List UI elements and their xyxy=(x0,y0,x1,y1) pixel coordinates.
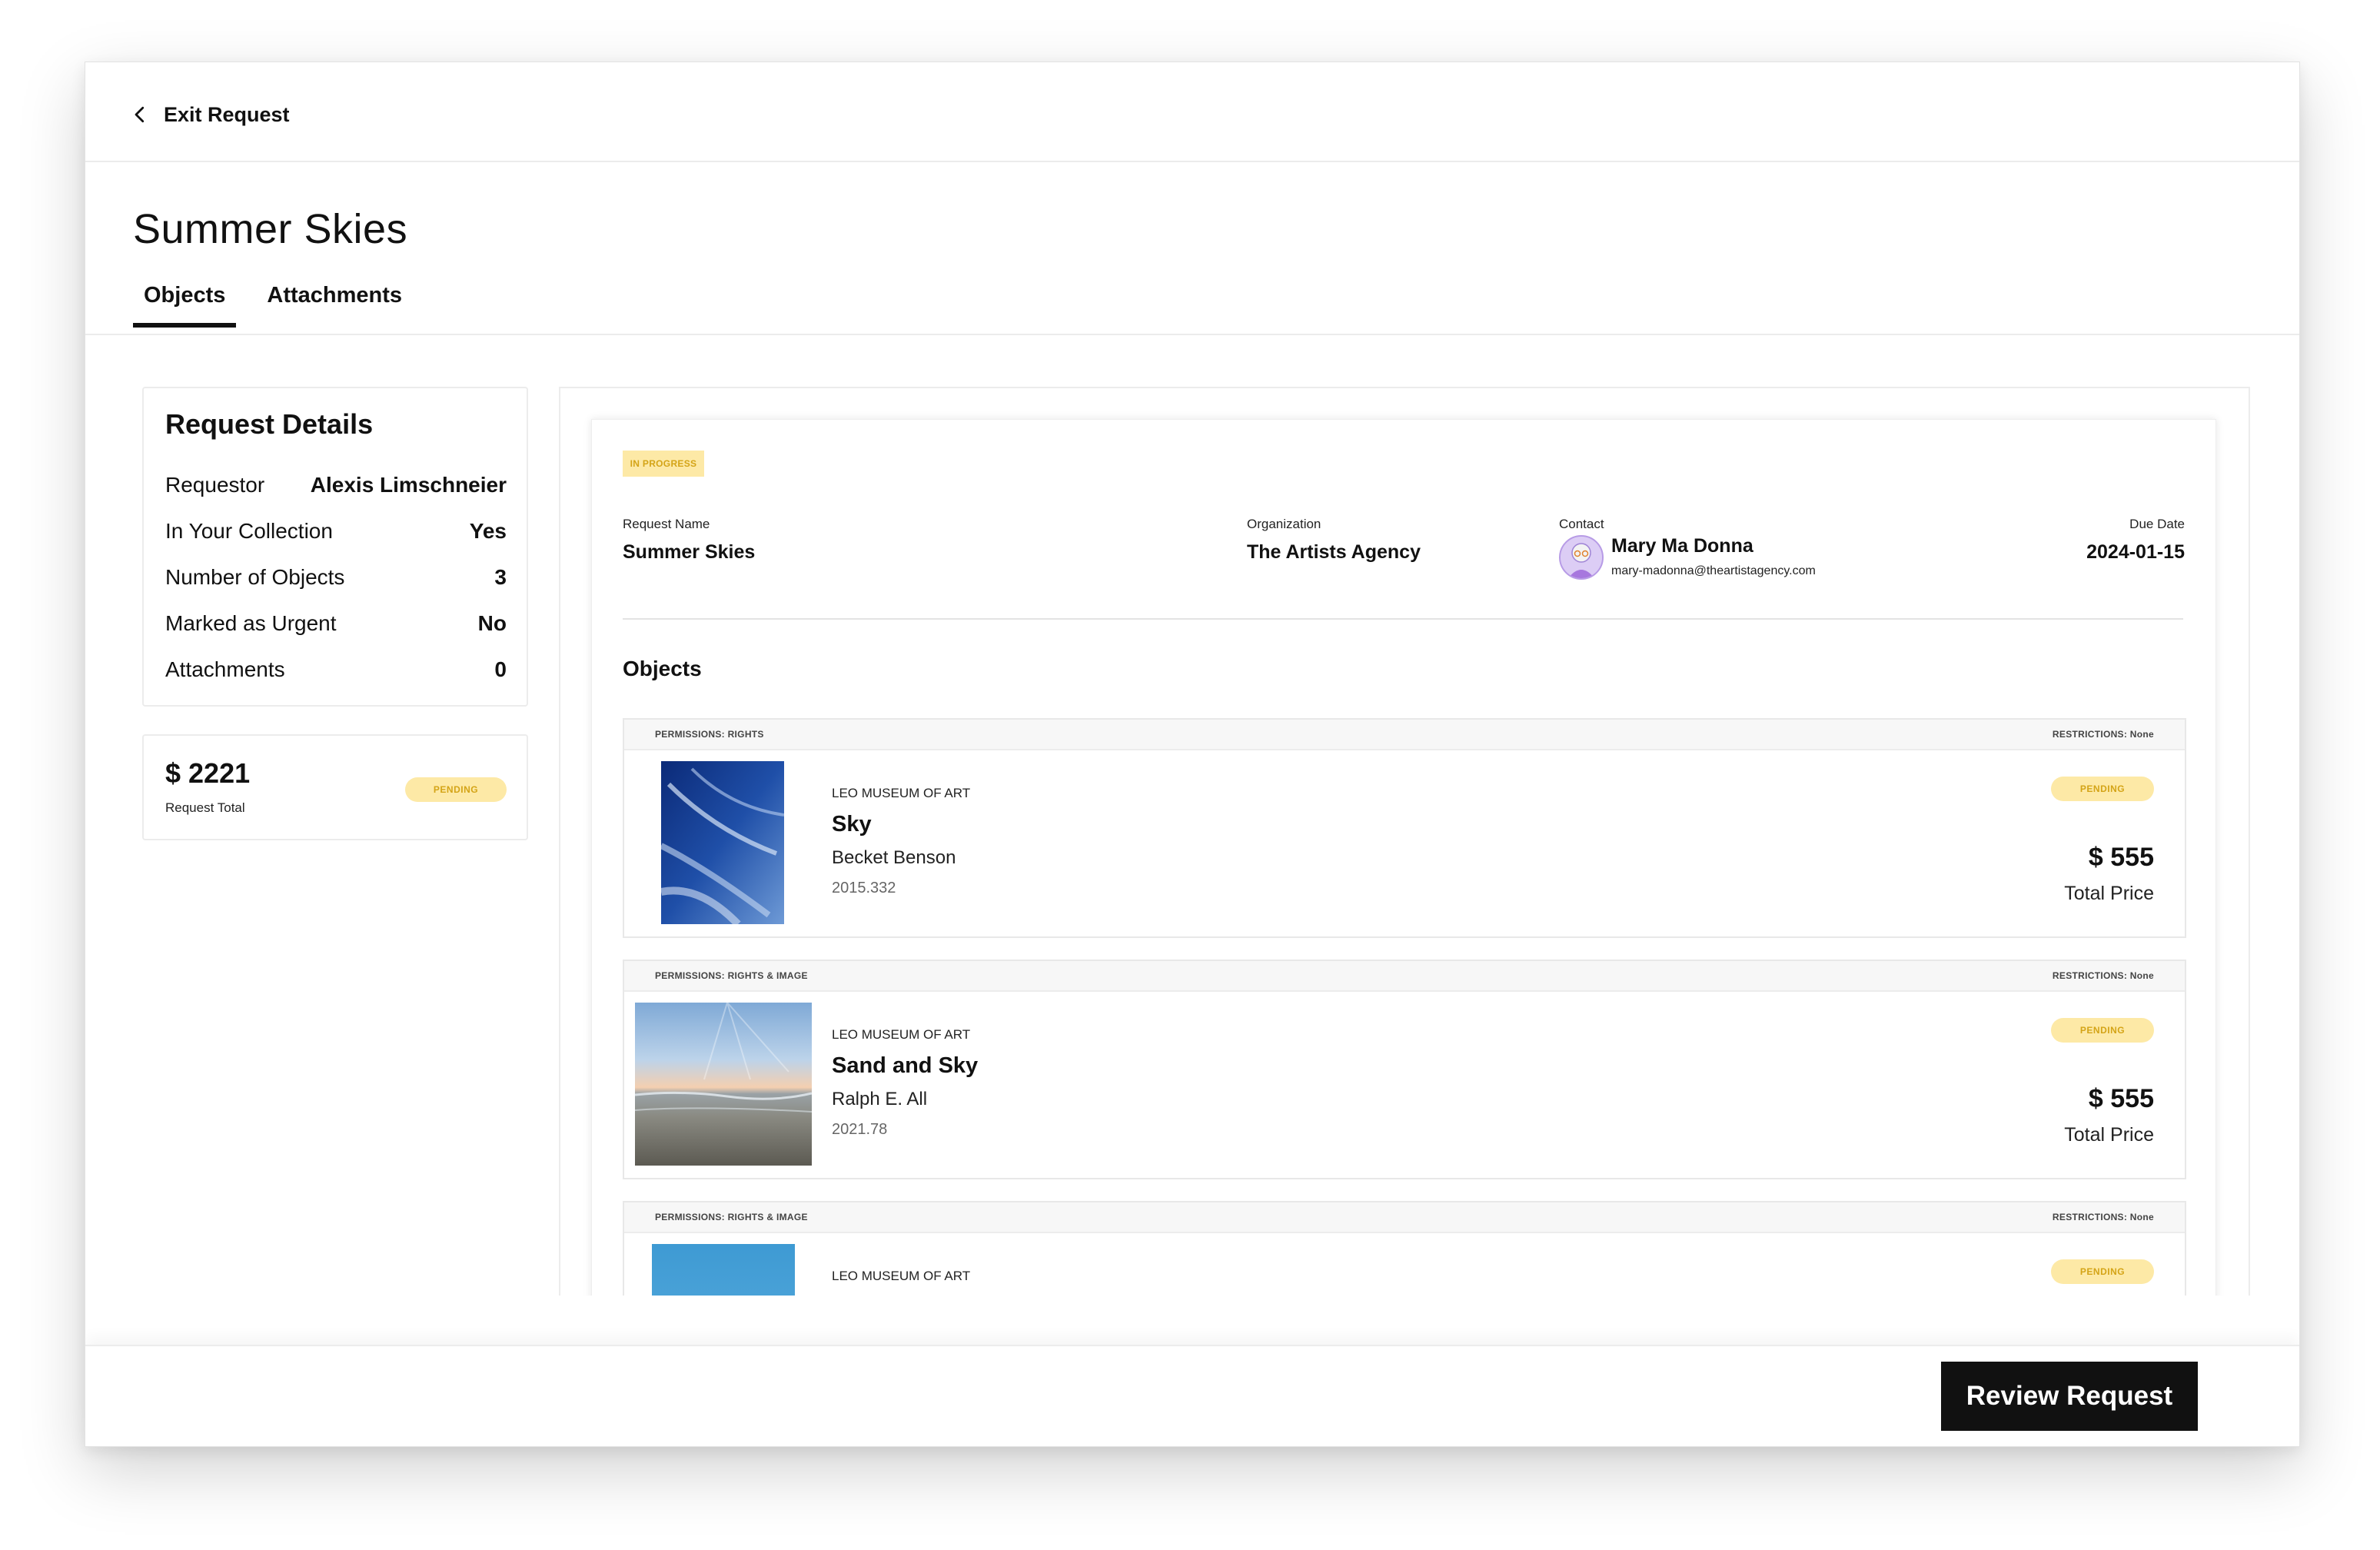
organization-value: The Artists Agency xyxy=(1247,541,1421,563)
contact-name: Mary Ma Donna xyxy=(1611,535,1753,557)
due-date-field: Due Date 2024-01-15 xyxy=(2086,517,2185,564)
sky-image xyxy=(660,761,785,927)
detail-label: Marked as Urgent xyxy=(165,611,337,635)
status-badge: PENDING xyxy=(2051,1259,2154,1284)
object-price: $ 555 xyxy=(2088,843,2154,872)
permissions-label: PERMISSIONS: RIGHTS & IMAGE xyxy=(655,1212,808,1222)
permissions-label: PERMISSIONS: RIGHTS xyxy=(655,729,764,740)
due-date-value: 2024-01-15 xyxy=(2086,541,2185,563)
object-price-label: Total Price xyxy=(2064,883,2154,904)
chevron-left-icon xyxy=(135,106,145,123)
exit-request-label: Exit Request xyxy=(164,102,290,126)
object-card-header: PERMISSIONS: RIGHTS RESTRICTIONS: None xyxy=(624,720,2185,750)
detail-value: Yes xyxy=(469,519,507,543)
organization-label: Organization xyxy=(1247,517,1321,531)
detail-label: Attachments xyxy=(165,657,285,681)
object-title[interactable]: Sand and Sky xyxy=(832,1053,978,1079)
contact-field: Contact Mary Ma Donna mary-madonna@thear… xyxy=(1559,517,1882,601)
object-card-header: PERMISSIONS: RIGHTS & IMAGE RESTRICTIONS… xyxy=(624,961,2185,992)
request-panel: IN PROGRESS Request Name Summer Skies Or… xyxy=(559,387,2250,1296)
restrictions-label: RESTRICTIONS: None xyxy=(2052,970,2154,981)
avatar-icon xyxy=(1561,537,1602,578)
detail-label: Requestor xyxy=(165,473,265,497)
contact-label: Contact xyxy=(1559,517,1604,531)
review-request-button[interactable]: Review Request xyxy=(1941,1362,2198,1431)
restrictions-label: RESTRICTIONS: None xyxy=(2052,729,2154,740)
object-price: $ 555 xyxy=(2088,1084,2154,1113)
request-window: Exit Request Summer Skies Objects Attach… xyxy=(85,62,2300,1447)
detail-label: Number of Objects xyxy=(165,565,345,589)
contact-email[interactable]: mary-madonna@theartistagency.com xyxy=(1611,564,1816,578)
request-name-label: Request Name xyxy=(623,517,710,531)
status-badge: IN PROGRESS xyxy=(623,451,704,477)
top-bar: Exit Request xyxy=(85,62,2299,162)
restrictions-label: RESTRICTIONS: None xyxy=(2052,1212,2154,1222)
object-price-label: Total Price xyxy=(2064,1124,2154,1146)
organization-field: Organization The Artists Agency xyxy=(1247,517,1421,564)
object-artist: Ralph E. All xyxy=(832,1089,928,1109)
request-summary: IN PROGRESS Request Name Summer Skies Or… xyxy=(591,419,2216,1296)
due-date-label: Due Date xyxy=(2129,517,2185,531)
request-details-card: Request Details Requestor Alexis Limschn… xyxy=(142,387,528,707)
request-details-heading: Request Details xyxy=(165,408,374,440)
detail-row-urgent: Marked as Urgent No xyxy=(165,602,507,645)
status-badge: PENDING xyxy=(405,777,507,802)
object-museum: LEO MUSEUM OF ART xyxy=(832,1269,971,1283)
detail-value: 3 xyxy=(494,565,507,589)
request-total-amount: $ 2221 xyxy=(165,757,251,789)
tab-bar: Objects Attachments xyxy=(133,283,433,389)
tab-objects[interactable]: Objects xyxy=(133,266,237,328)
divider xyxy=(623,618,2183,620)
status-badge: PENDING xyxy=(2051,1018,2154,1043)
permissions-label: PERMISSIONS: RIGHTS & IMAGE xyxy=(655,970,808,981)
object-card[interactable]: PERMISSIONS: RIGHTS RESTRICTIONS: None L… xyxy=(623,718,2186,938)
object-accession: 2021.78 xyxy=(832,1121,888,1138)
status-badge: PENDING xyxy=(2051,777,2154,801)
detail-row-number-objects: Number of Objects 3 xyxy=(165,556,507,599)
request-name-field: Request Name Summer Skies xyxy=(623,517,755,564)
object-accession: 2015.332 xyxy=(832,880,896,896)
exit-request-button[interactable]: Exit Request xyxy=(128,96,290,133)
tab-attachments[interactable]: Attachments xyxy=(256,266,413,328)
detail-value: 0 xyxy=(494,657,507,681)
detail-row-requestor: Requestor Alexis Limschneier xyxy=(165,464,507,507)
object-card[interactable]: PERMISSIONS: RIGHTS & IMAGE RESTRICTIONS… xyxy=(623,960,2186,1179)
page-title: Summer Skies xyxy=(133,206,408,252)
object-museum: LEO MUSEUM OF ART xyxy=(832,1027,971,1042)
objects-heading: Objects xyxy=(623,657,702,680)
object-card[interactable]: PERMISSIONS: RIGHTS & IMAGE RESTRICTIONS… xyxy=(623,1201,2186,1296)
object-card-header: PERMISSIONS: RIGHTS & IMAGE RESTRICTIONS… xyxy=(624,1202,2185,1233)
detail-value: Alexis Limschneier xyxy=(310,473,507,497)
beach-image xyxy=(634,1002,813,1166)
request-total-label: Request Total xyxy=(165,800,245,815)
request-total-card: $ 2221 Request Total PENDING xyxy=(142,734,528,840)
object-artist: Becket Benson xyxy=(832,847,956,868)
object-title[interactable]: Sky xyxy=(832,812,872,837)
object-museum: LEO MUSEUM OF ART xyxy=(832,786,971,800)
avatar xyxy=(1559,535,1604,580)
object-thumbnail[interactable] xyxy=(634,1002,813,1166)
detail-label: In Your Collection xyxy=(165,519,333,543)
detail-value: No xyxy=(477,611,507,635)
bottom-bar: Review Request xyxy=(85,1345,2299,1446)
object-thumbnail[interactable] xyxy=(660,761,785,927)
request-name-value: Summer Skies xyxy=(623,541,756,563)
object-thumbnail[interactable] xyxy=(652,1244,795,1296)
detail-row-attachments: Attachments 0 xyxy=(165,648,507,691)
detail-row-in-collection: In Your Collection Yes xyxy=(165,510,507,553)
